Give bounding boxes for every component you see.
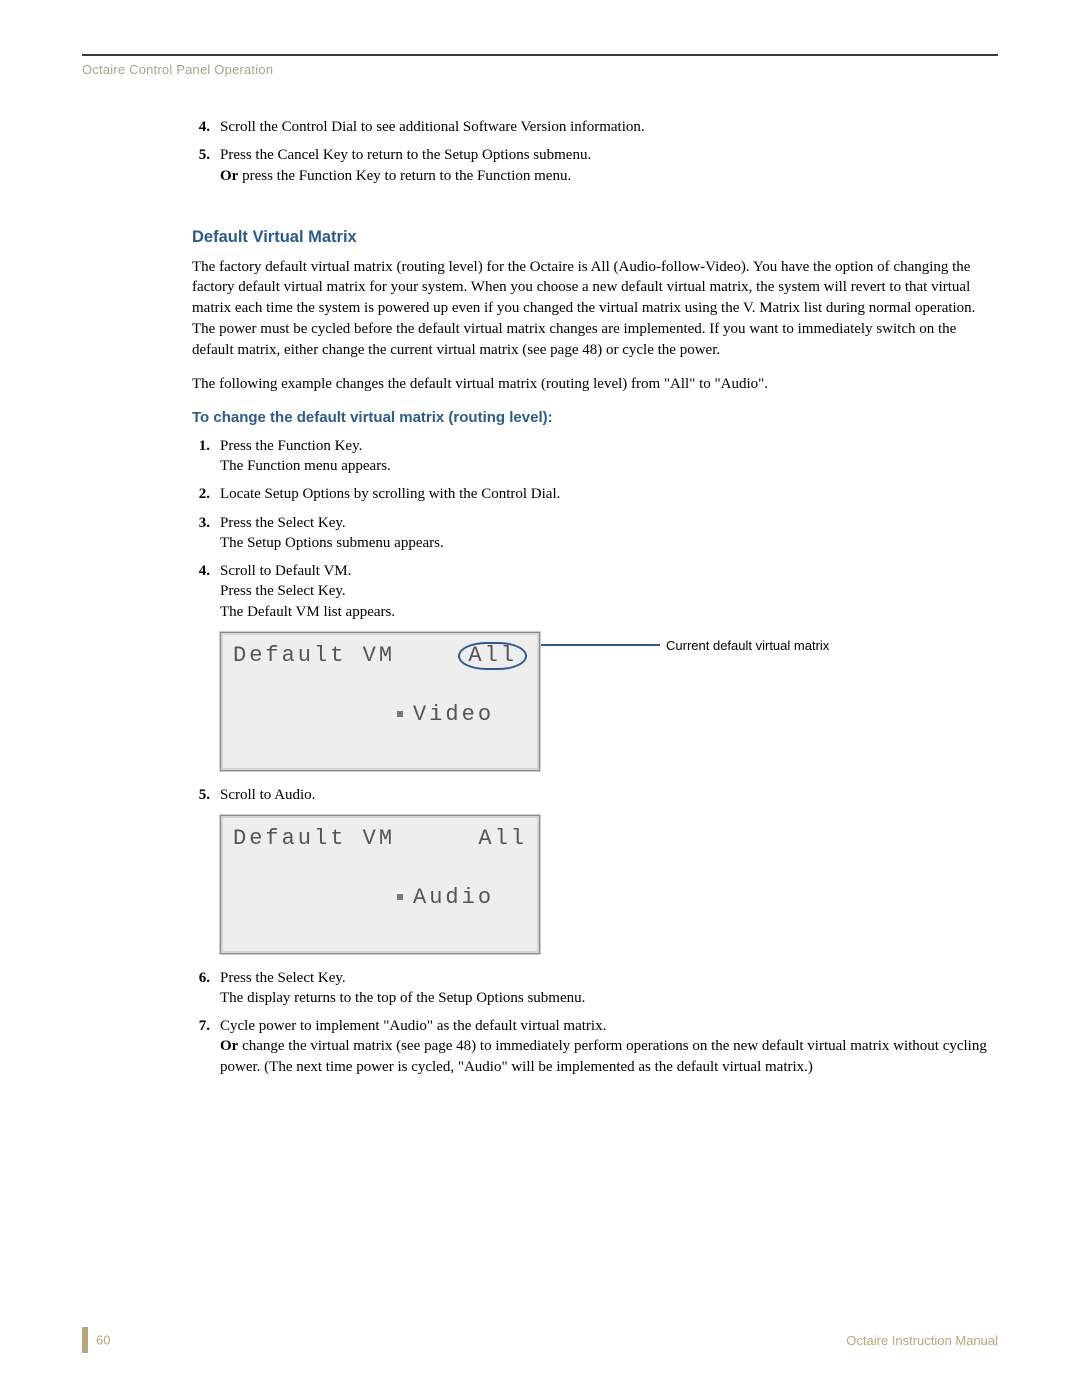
step-line: Press the Function Key. [220,438,362,454]
bullet-icon [397,894,403,900]
step-text: Press the Function Key. The Function men… [220,436,988,477]
step-text: Press the Cancel Key to return to the Se… [220,145,988,186]
callout-leader [540,644,660,646]
step-line: Press the Cancel Key to return to the Se… [220,147,591,163]
step-number: 7. [192,1016,220,1077]
step-line: The display returns to the top of the Se… [220,990,585,1006]
lcd-line2: Video [413,702,494,727]
step-line: Press the Select Key. [220,970,346,986]
page-footer: 60 Octaire Instruction Manual [82,1319,998,1353]
step-line: Scroll to Default VM. [220,563,351,579]
lcd-line2: Audio [413,885,494,910]
step-number: 2. [192,484,220,504]
step-item: 3. Press the Select Key. The Setup Optio… [192,513,988,554]
step-text: Cycle power to implement "Audio" as the … [220,1016,988,1077]
step-item: 4. Scroll the Control Dial to see additi… [192,117,988,137]
step-text: Scroll the Control Dial to see additiona… [220,117,988,137]
lcd-label: Default VM [233,641,395,671]
steps-continued: 4. Scroll the Control Dial to see additi… [192,117,988,186]
paragraph: The following example changes the defaul… [192,374,988,395]
step-number: 5. [192,785,220,805]
step-line-cont: change the virtual matrix (see page 48) … [220,1038,987,1074]
step-line: The Default VM list appears. [220,604,395,620]
footer-right: Octaire Instruction Manual [846,1333,998,1348]
emphasis-or: Or [220,1038,238,1054]
step-item: 5. Press the Cancel Key to return to the… [192,145,988,186]
procedure-heading: To change the default virtual matrix (ro… [192,409,988,426]
callout-text: Current default virtual matrix [666,638,829,653]
lcd-figure-1: Default VM All Video Current default vir… [220,632,988,771]
bullet-icon [397,711,403,717]
step-number: 4. [192,117,220,137]
step-text: Press the Select Key. The display return… [220,968,988,1009]
step-line: Press the Select Key. [220,515,346,531]
step-line: Press the Select Key. [220,583,346,599]
step-item: 7. Cycle power to implement "Audio" as t… [192,1016,988,1077]
step-text: Scroll to Default VM. Press the Select K… [220,561,988,622]
steps-main: 1. Press the Function Key. The Function … [192,436,988,622]
running-header: Octaire Control Panel Operation [82,62,998,117]
page-number: 60 [96,1333,110,1348]
step-number: 5. [192,145,220,186]
step-line-cont: press the Function Key to return to the … [238,168,571,184]
step-line: Cycle power to implement "Audio" as the … [220,1018,606,1034]
lcd-value: All [478,824,527,854]
paragraph: The factory default virtual matrix (rout… [192,257,988,360]
callout: Current default virtual matrix [540,638,829,653]
lcd-figure-2: Default VM All Audio [220,815,988,954]
steps-mid: 5. Scroll to Audio. [192,785,988,805]
step-item: 4. Scroll to Default VM. Press the Selec… [192,561,988,622]
step-number: 3. [192,513,220,554]
step-item: 5. Scroll to Audio. [192,785,988,805]
step-line: The Function menu appears. [220,458,391,474]
rule-top [82,54,998,56]
lcd-label: Default VM [233,824,395,854]
step-number: 4. [192,561,220,622]
lcd-display: Default VM All Audio [220,815,540,954]
step-text: Locate Setup Options by scrolling with t… [220,484,988,504]
lcd-display: Default VM All Video [220,632,540,771]
section-heading: Default Virtual Matrix [192,228,988,247]
footer-accent [82,1327,88,1353]
lcd-value-circled: All [458,642,527,670]
step-item: 1. Press the Function Key. The Function … [192,436,988,477]
page: Octaire Control Panel Operation 4. Scrol… [0,0,1080,1397]
page-content: 4. Scroll the Control Dial to see additi… [82,117,998,1077]
step-text: Scroll to Audio. [220,785,988,805]
steps-end: 6. Press the Select Key. The display ret… [192,968,988,1077]
step-number: 6. [192,968,220,1009]
step-text: Press the Select Key. The Setup Options … [220,513,988,554]
step-item: 6. Press the Select Key. The display ret… [192,968,988,1009]
step-line: The Setup Options submenu appears. [220,535,444,551]
step-number: 1. [192,436,220,477]
emphasis-or: Or [220,168,238,184]
step-item: 2. Locate Setup Options by scrolling wit… [192,484,988,504]
